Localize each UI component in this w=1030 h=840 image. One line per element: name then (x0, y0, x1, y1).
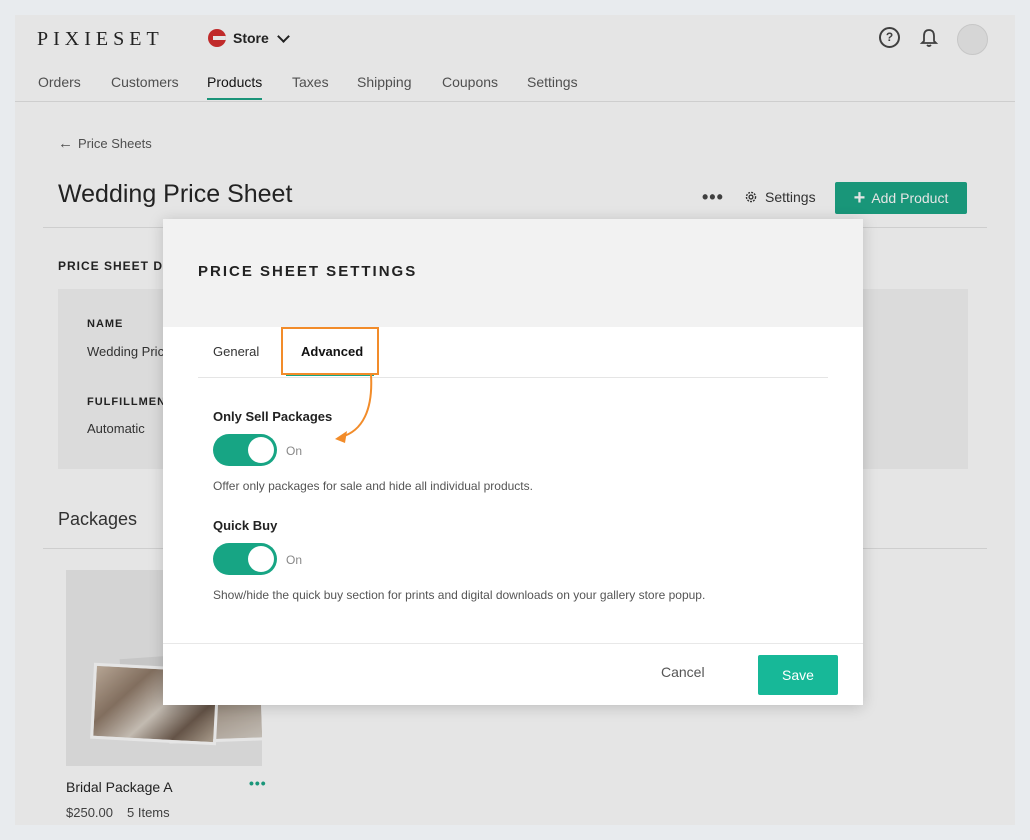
quick-buy-title: Quick Buy (213, 518, 278, 533)
price-sheet-settings-modal: PRICE SHEET SETTINGS General Advanced On… (163, 219, 863, 705)
modal-header: PRICE SHEET SETTINGS (163, 219, 863, 327)
cancel-button[interactable]: Cancel (661, 664, 705, 680)
tab-general[interactable]: General (213, 344, 259, 359)
quick-buy-description: Show/hide the quick buy section for prin… (213, 588, 706, 602)
quick-buy-toggle[interactable] (213, 543, 277, 575)
quick-buy-state: On (286, 553, 303, 567)
only-sell-packages-toggle[interactable] (213, 434, 277, 466)
modal-title: PRICE SHEET SETTINGS (198, 263, 418, 280)
app-window: PIXIESET Store ? Orders Customers Produc… (15, 15, 1015, 825)
tab-highlight-annotation (281, 327, 379, 375)
toggle-knob (248, 437, 274, 463)
only-sell-packages-title: Only Sell Packages (213, 409, 333, 424)
only-sell-packages-state: On (286, 444, 303, 458)
modal-footer: Cancel Save (163, 643, 863, 706)
save-button[interactable]: Save (758, 655, 838, 695)
toggle-knob (248, 546, 274, 572)
only-sell-packages-description: Offer only packages for sale and hide al… (213, 479, 533, 493)
